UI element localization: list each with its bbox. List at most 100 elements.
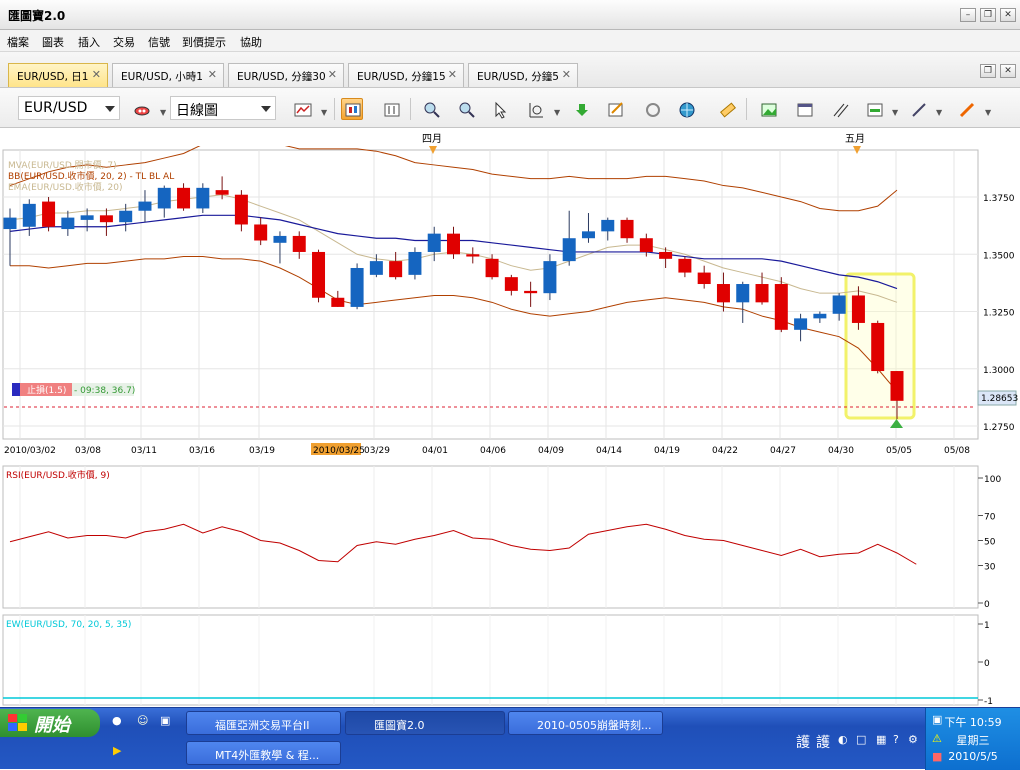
task-chart-app[interactable]: 匯圖寶2.0 bbox=[345, 711, 505, 735]
ime-mode-icon[interactable]: 護 bbox=[816, 732, 830, 752]
date-tick-label: 04/01 bbox=[422, 446, 448, 456]
indicator-icon[interactable] bbox=[130, 98, 152, 120]
dropdown-arrow-icon[interactable]: ▼ bbox=[985, 108, 991, 117]
task-label: 匯圖寶2.0 bbox=[374, 719, 425, 732]
settings-icon[interactable]: ⚙ bbox=[908, 733, 918, 746]
menu-signal[interactable]: 信號 bbox=[148, 34, 170, 50]
taskbar-clock[interactable]: 下午 10:59 星期三 2010/5/5 ▣ ⚠ ■ bbox=[925, 708, 1020, 770]
candle-body bbox=[620, 219, 634, 239]
date-tick-label: 2010/03/02 bbox=[4, 446, 56, 456]
menu-help[interactable]: 協助 bbox=[240, 34, 262, 50]
task-mt4-tutorial[interactable]: MT4外匯教學 & 程... bbox=[186, 741, 341, 765]
restore-button[interactable]: ❐ bbox=[980, 8, 996, 22]
candle-body bbox=[61, 217, 75, 230]
ime-icon[interactable]: 護 bbox=[796, 732, 810, 752]
tab-close-button[interactable]: ✕ bbox=[1000, 64, 1016, 78]
half-width-icon[interactable]: ◐ bbox=[838, 733, 848, 746]
menu-chart[interactable]: 圖表 bbox=[42, 34, 64, 50]
candle-body bbox=[389, 261, 403, 278]
candle-body bbox=[234, 194, 248, 225]
date-tick-label: 03/11 bbox=[131, 446, 157, 456]
candle-body bbox=[254, 224, 268, 241]
stoploss-info: - 09:38, 36.7) bbox=[74, 386, 135, 396]
menu-price-alert[interactable]: 到價提示 bbox=[182, 34, 226, 50]
start-button[interactable]: 開始 bbox=[0, 709, 100, 737]
dropdown-arrow-icon[interactable]: ▼ bbox=[160, 108, 166, 117]
draw-lines-icon[interactable] bbox=[829, 98, 851, 120]
menu-trade[interactable]: 交易 bbox=[113, 34, 135, 50]
tab-eurusd-h1[interactable]: EUR/USD, 小時1 ✕ bbox=[112, 63, 224, 87]
tab-restore-button[interactable]: ❐ bbox=[980, 64, 996, 78]
dropdown-arrow-icon[interactable]: ▼ bbox=[321, 108, 327, 117]
image-icon[interactable] bbox=[757, 98, 779, 120]
zoom-out-icon[interactable] bbox=[455, 98, 477, 120]
close-button[interactable]: ✕ bbox=[1000, 8, 1016, 22]
help-icon[interactable]: ? bbox=[893, 733, 899, 746]
date-tick-label: 04/06 bbox=[480, 446, 506, 456]
panel-icon[interactable] bbox=[863, 98, 885, 120]
symbol-select[interactable]: EUR/USD bbox=[18, 96, 120, 120]
ruler-icon[interactable] bbox=[716, 98, 738, 120]
tab-eurusd-d1[interactable]: EUR/USD, 日1 ✕ bbox=[8, 63, 108, 87]
dropdown-arrow-icon[interactable]: ▼ bbox=[554, 108, 560, 117]
tab-eurusd-m15[interactable]: EUR/USD, 分鐘15 ✕ bbox=[348, 63, 464, 87]
date-tick-label: 03/08 bbox=[75, 446, 101, 456]
edit-icon[interactable] bbox=[604, 98, 626, 120]
candle-body bbox=[119, 210, 133, 223]
ie-icon[interactable]: ● bbox=[112, 714, 122, 727]
cursor-icon[interactable] bbox=[488, 98, 510, 120]
candle-body bbox=[871, 322, 885, 372]
task-crash-doc[interactable]: 2010-0505崩盤時刻... bbox=[508, 711, 663, 735]
desktop-icon[interactable]: ▣ bbox=[160, 714, 170, 727]
start-label: 開始 bbox=[34, 715, 70, 736]
date-tick-label: 05/05 bbox=[886, 446, 912, 456]
menu-insert[interactable]: 插入 bbox=[78, 34, 100, 50]
refresh-icon[interactable] bbox=[641, 98, 663, 120]
arrow-down-icon[interactable] bbox=[570, 98, 592, 120]
close-icon[interactable]: ✕ bbox=[448, 68, 457, 81]
chart-type-icon[interactable] bbox=[291, 98, 313, 120]
close-icon[interactable]: ✕ bbox=[562, 68, 571, 81]
window-icon[interactable] bbox=[793, 98, 815, 120]
cursor-date: 2010/03/25 bbox=[313, 446, 365, 456]
zoom-in-icon[interactable] bbox=[420, 98, 442, 120]
candle-chart-icon[interactable] bbox=[341, 98, 363, 120]
close-icon[interactable]: ✕ bbox=[208, 68, 217, 81]
system-tray: 護 護 ◐ □ ▦ ? ⚙ bbox=[790, 708, 925, 770]
messenger-icon[interactable]: ☺ bbox=[137, 714, 148, 727]
close-icon[interactable]: ✕ bbox=[328, 68, 337, 81]
close-icon[interactable]: ✕ bbox=[92, 68, 101, 81]
magnify-icon[interactable] bbox=[524, 98, 546, 120]
overlay-lines bbox=[9, 146, 898, 392]
chart-area[interactable]: 1.3750 1.3500 1.3250 1.3000 1.2750 2010/03/02… bbox=[0, 146, 1020, 712]
dropdown-arrow-icon[interactable]: ▼ bbox=[936, 108, 942, 117]
date-tick-label: 04/19 bbox=[654, 446, 680, 456]
media-icon[interactable]: ▶ bbox=[113, 744, 121, 757]
task-fxcm-platform[interactable]: 福匯亞洲交易平台II bbox=[186, 711, 341, 735]
tab-eurusd-m30[interactable]: EUR/USD, 分鐘30 ✕ bbox=[228, 63, 344, 87]
bar-chart-icon[interactable] bbox=[380, 98, 402, 120]
antivirus-icon[interactable]: ■ bbox=[932, 750, 942, 763]
punctuation-icon[interactable]: □ bbox=[856, 733, 866, 746]
task-label: MT4外匯教學 & 程... bbox=[215, 749, 320, 762]
warning-icon[interactable]: ⚠ bbox=[932, 732, 942, 745]
stoploss-label: 止損(1.5) bbox=[27, 384, 66, 396]
globe-icon[interactable] bbox=[675, 98, 697, 120]
windows-logo-icon bbox=[8, 714, 28, 732]
tab-label: EUR/USD, 分鐘30 bbox=[237, 71, 326, 83]
window-title: 匯圖寶2.0 bbox=[8, 9, 66, 23]
candle-body bbox=[273, 235, 287, 243]
candle-body bbox=[215, 190, 229, 195]
menu-file[interactable]: 檔案 bbox=[7, 34, 29, 50]
timeframe-select[interactable]: 日線圖 bbox=[170, 96, 276, 120]
candle-body bbox=[427, 233, 441, 252]
ime-keyboard-icon[interactable]: ▦ bbox=[876, 733, 886, 746]
color-pen-icon[interactable] bbox=[955, 98, 977, 120]
tab-eurusd-m5[interactable]: EUR/USD, 分鐘5 ✕ bbox=[468, 63, 578, 87]
pen-icon[interactable] bbox=[907, 98, 929, 120]
network-icon[interactable]: ▣ bbox=[932, 713, 942, 726]
price-tick-label: 1.3250 bbox=[983, 309, 1015, 319]
dropdown-arrow-icon[interactable]: ▼ bbox=[892, 108, 898, 117]
candle-body bbox=[369, 261, 383, 275]
minimize-button[interactable]: – bbox=[960, 8, 976, 22]
